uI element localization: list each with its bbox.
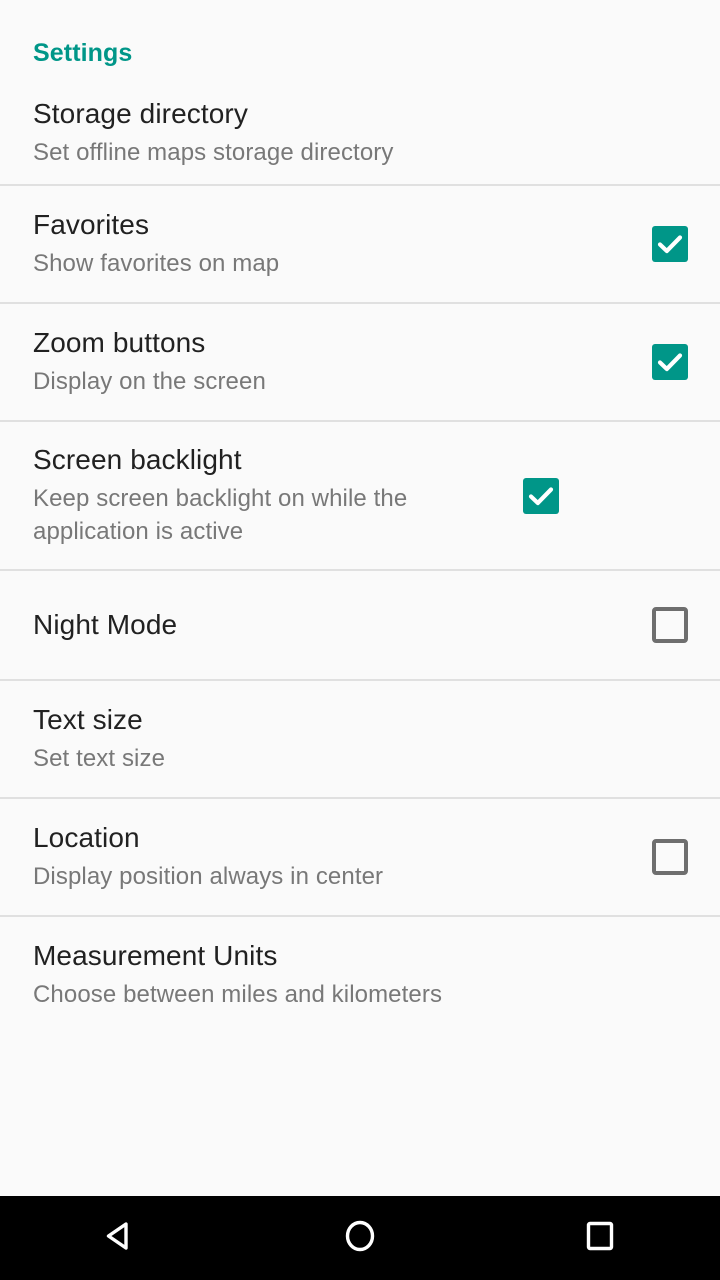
pref-summary: Set offline maps storage directory: [33, 139, 394, 166]
pref-title: Measurement Units: [33, 940, 278, 971]
home-circle-icon: [338, 1214, 382, 1263]
pref-summary: Choose between miles and kilometers: [33, 981, 443, 1008]
pref-row-favorites[interactable]: Favorites Show favorites on map: [0, 186, 720, 302]
pref-text-block: Text size Set text size: [33, 703, 692, 775]
pref-row-zoom-buttons[interactable]: Zoom buttons Display on the screen: [0, 304, 720, 420]
pref-title: Storage directory: [33, 98, 248, 129]
pref-title: Night Mode: [33, 609, 178, 640]
pref-text-block: Zoom buttons Display on the screen: [33, 326, 648, 398]
pref-text-block: Storage directory Set offline maps stora…: [33, 97, 692, 169]
pref-summary: Display on the screen: [33, 368, 266, 395]
pref-row-night-mode[interactable]: Night Mode: [0, 571, 720, 679]
checkbox-checked-icon[interactable]: [523, 477, 559, 514]
pref-widget-slot: [648, 344, 692, 380]
pref-text-block: Location Display position always in cent…: [33, 821, 648, 893]
pref-row-text-size[interactable]: Text size Set text size: [0, 681, 720, 797]
pref-text-block: Night Mode: [33, 608, 648, 642]
android-settings-screen: Settings Storage directory Set offline m…: [0, 0, 720, 1280]
pref-widget-slot: [648, 607, 692, 643]
pref-title: Text size: [33, 704, 143, 735]
back-triangle-icon: [98, 1214, 142, 1263]
checkbox-unchecked-icon[interactable]: [652, 607, 688, 643]
pref-row-location[interactable]: Location Display position always in cent…: [0, 799, 720, 915]
checkbox-checked-icon[interactable]: [652, 344, 688, 380]
pref-summary: Display position always in center: [33, 863, 384, 890]
checkbox-unchecked-icon[interactable]: [652, 839, 688, 875]
pref-summary: Set text size: [33, 745, 166, 772]
nav-back-button[interactable]: [60, 1196, 180, 1280]
pref-widget-slot: [648, 839, 692, 875]
pref-summary: Show favorites on map: [33, 250, 280, 277]
page-title: Settings: [33, 39, 133, 67]
pref-widget-slot: [519, 477, 563, 514]
nav-home-button[interactable]: [300, 1196, 420, 1280]
pref-summary: Keep screen backlight on while the appli…: [33, 485, 408, 545]
pref-text-block: Screen backlight Keep screen backlight o…: [33, 443, 519, 548]
android-navigation-bar[interactable]: [0, 1196, 720, 1280]
settings-list[interactable]: Settings Storage directory Set offline m…: [0, 0, 720, 1196]
pref-row-storage-directory[interactable]: Storage directory Set offline maps stora…: [0, 68, 720, 184]
pref-title: Screen backlight: [33, 444, 242, 475]
pref-title: Zoom buttons: [33, 327, 206, 358]
pref-widget-slot: [648, 226, 692, 262]
nav-recents-button[interactable]: [540, 1196, 660, 1280]
pref-text-block: Favorites Show favorites on map: [33, 208, 648, 280]
recents-square-icon: [578, 1214, 622, 1263]
pref-title: Location: [33, 822, 140, 853]
pref-title: Favorites: [33, 209, 150, 240]
pref-row-screen-backlight[interactable]: Screen backlight Keep screen backlight o…: [0, 422, 720, 569]
checkbox-checked-icon[interactable]: [652, 226, 688, 262]
pref-text-block: Measurement Units Choose between miles a…: [33, 939, 692, 1011]
pref-row-measurement-units[interactable]: Measurement Units Choose between miles a…: [0, 917, 720, 1033]
